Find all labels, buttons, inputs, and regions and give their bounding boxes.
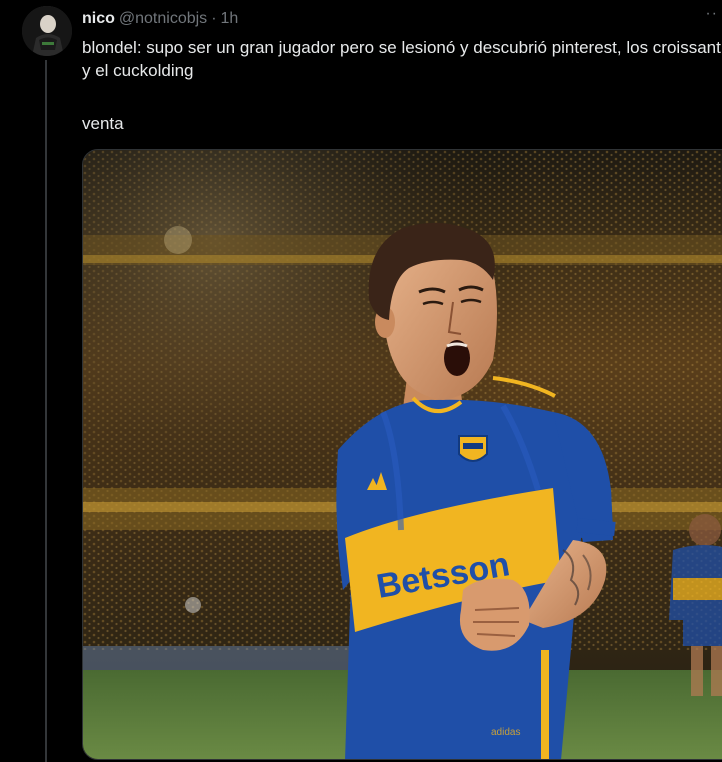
tweet-card[interactable]: nico @notnicobjs · 1h ·· blondel: supo s… <box>0 0 722 762</box>
football-photo: Betsson adidas <box>83 150 722 759</box>
tweet-text-line: venta <box>82 114 124 133</box>
jersey-brand-text: adidas <box>491 727 520 738</box>
timestamp[interactable]: 1h <box>221 10 239 28</box>
user-handle[interactable]: @notnicobjs <box>119 10 207 28</box>
thread-line <box>45 60 47 762</box>
ellipsis-icon[interactable]: ·· <box>705 6 718 22</box>
display-name[interactable]: nico <box>82 10 115 28</box>
separator: · <box>211 10 217 27</box>
avatar-image <box>22 6 72 56</box>
tweet-image[interactable]: Betsson adidas <box>82 149 722 760</box>
tweet-header: nico @notnicobjs · 1h <box>82 8 238 30</box>
tweet-text-line: blondel: supo ser un gran jugador pero s… <box>82 38 721 80</box>
tweet-text: blondel: supo ser un gran jugador pero s… <box>82 36 722 135</box>
avatar[interactable] <box>22 6 72 56</box>
